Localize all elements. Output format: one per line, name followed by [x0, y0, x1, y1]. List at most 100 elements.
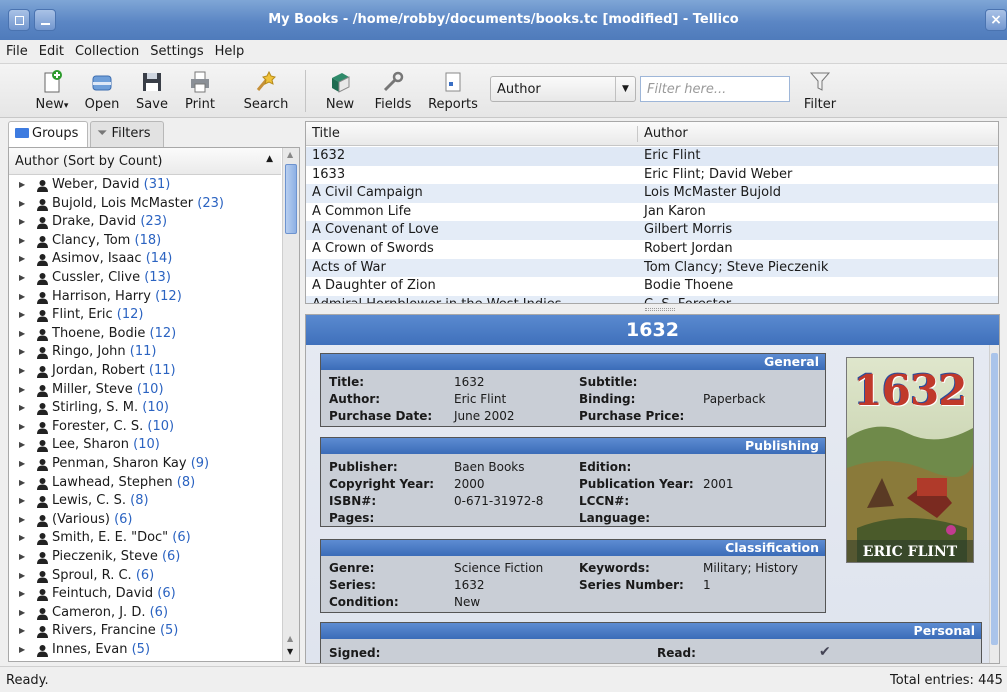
expand-arrow-icon[interactable]: ▶ [19, 232, 25, 250]
expand-arrow-icon[interactable]: ▶ [19, 622, 25, 640]
group-row[interactable]: ▶ Rivers, Francine (5) [9, 622, 281, 641]
expand-arrow-icon[interactable]: ▶ [19, 306, 25, 324]
list-scrollbar[interactable] [998, 122, 999, 304]
fields-button[interactable]: Fields [368, 68, 418, 112]
group-column-header[interactable]: Author (Sort by Count) ▲ [9, 148, 281, 175]
table-row[interactable]: A Covenant of Love Gilbert Morris [306, 221, 998, 240]
scroll-up-icon[interactable]: ▲ [287, 150, 293, 159]
group-row[interactable]: ▶ Asimov, Isaac (14) [9, 250, 281, 269]
group-row[interactable]: ▶ Clancy, Tom (18) [9, 232, 281, 251]
expand-arrow-icon[interactable]: ▶ [19, 548, 25, 566]
tab-groups[interactable]: Groups [8, 121, 88, 147]
expand-arrow-icon[interactable]: ▶ [19, 585, 25, 603]
expand-arrow-icon[interactable]: ▶ [19, 604, 25, 622]
table-row[interactable]: 1633 Eric Flint; David Weber [306, 166, 998, 185]
group-row[interactable]: ▶ Stirling, S. M. (10) [9, 399, 281, 418]
expand-arrow-icon[interactable]: ▶ [19, 511, 25, 529]
scroll-thumb[interactable] [991, 353, 998, 645]
expand-arrow-icon[interactable]: ▶ [19, 288, 25, 306]
minimize-button[interactable] [34, 9, 56, 31]
group-row[interactable]: ▶ Harrison, Harry (12) [9, 288, 281, 307]
expand-arrow-icon[interactable]: ▶ [19, 455, 25, 473]
table-row[interactable]: Acts of War Tom Clancy; Steve Pieczenik [306, 258, 998, 278]
expand-arrow-icon[interactable]: ▶ [19, 418, 25, 436]
detail-scrollbar[interactable] [989, 345, 999, 663]
group-row[interactable]: ▶ Drake, David (23) [9, 213, 281, 232]
group-row[interactable]: ▶ Cameron, J. D. (6) [9, 604, 281, 623]
group-scrollbar[interactable]: ▲ ▲ ▼ [282, 148, 299, 661]
expand-arrow-icon[interactable]: ▶ [19, 269, 25, 287]
window-menu-button[interactable] [8, 9, 30, 31]
expand-arrow-icon[interactable]: ▶ [19, 343, 25, 361]
expand-arrow-icon[interactable]: ▶ [19, 381, 25, 399]
expand-arrow-icon[interactable]: ▶ [19, 399, 25, 417]
group-row[interactable]: ▶ Sproul, R. C. (6) [9, 567, 281, 586]
group-count: (6) [157, 586, 176, 602]
expand-arrow-icon[interactable]: ▶ [19, 213, 25, 231]
group-row[interactable]: ▶ Jordan, Robert (11) [9, 362, 281, 381]
new-entry-button[interactable]: New [318, 68, 362, 112]
scroll-thumb[interactable] [285, 164, 297, 234]
expand-arrow-icon[interactable]: ▶ [19, 641, 25, 659]
group-row[interactable]: ▶ Forester, C. S. (10) [9, 418, 281, 437]
filter-field-select[interactable]: Author ▼ [490, 76, 636, 102]
group-row[interactable]: ▶ Pieczenik, Steve (6) [9, 548, 281, 567]
scroll-up-icon[interactable]: ▲ [287, 634, 293, 643]
group-row[interactable]: ▶ Weber, David (31) [9, 176, 281, 195]
group-row[interactable]: ▶ Smith, E. E. "Doc" (6) [9, 529, 281, 548]
expand-arrow-icon[interactable]: ▶ [19, 362, 25, 380]
filter-button[interactable]: Filter [798, 68, 842, 112]
new-collection-button[interactable]: New▾ [30, 68, 74, 112]
table-row[interactable]: A Common Life Jan Karon [306, 203, 998, 222]
group-row[interactable]: ▶ Penman, Sharon Kay (9) [9, 455, 281, 474]
expand-arrow-icon[interactable]: ▶ [19, 492, 25, 510]
cell-title: 1632 [312, 148, 346, 163]
table-row[interactable]: Admiral Hornblower in the West Indies C. … [306, 295, 998, 303]
scroll-down-icon[interactable]: ▼ [287, 647, 293, 656]
field-value: June 2002 [454, 409, 515, 423]
open-button[interactable]: Open [80, 68, 124, 112]
group-row[interactable]: ▶ Cussler, Clive (13) [9, 269, 281, 288]
menu-settings[interactable]: Settings [144, 40, 208, 59]
group-row[interactable]: ▶ Ringo, John (11) [9, 343, 281, 362]
menu-collection[interactable]: Collection [69, 40, 144, 59]
column-title[interactable]: Title [312, 126, 340, 141]
close-button[interactable]: × [985, 9, 1007, 31]
expand-arrow-icon[interactable]: ▶ [19, 176, 25, 194]
expand-arrow-icon[interactable]: ▶ [19, 195, 25, 213]
tab-filters[interactable]: ⏷ Filters [90, 121, 164, 147]
pane-splitter[interactable] [305, 306, 1007, 314]
group-row[interactable]: ▶ Innes, Evan (5) [9, 641, 281, 660]
menu-edit[interactable]: Edit [33, 40, 69, 59]
reports-button[interactable]: Reports [424, 68, 482, 112]
group-row[interactable]: ▶ Bujold, Lois McMaster (23) [9, 195, 281, 214]
group-row[interactable]: ▶ Flint, Eric (12) [9, 306, 281, 325]
column-author[interactable]: Author [644, 126, 688, 141]
group-row[interactable]: ▶ Lewis, C. S. (8) [9, 492, 281, 511]
menu-help[interactable]: Help [209, 40, 250, 59]
group-row[interactable]: ▶ Feintuch, David (6) [9, 585, 281, 604]
expand-arrow-icon[interactable]: ▶ [19, 474, 25, 492]
search-button[interactable]: Search [238, 68, 294, 112]
table-row[interactable]: A Daughter of Zion Bodie Thoene [306, 277, 998, 296]
table-row[interactable]: 1632 Eric Flint [306, 147, 998, 166]
group-name: Cameron, J. D. [52, 604, 146, 620]
expand-arrow-icon[interactable]: ▶ [19, 567, 25, 585]
expand-arrow-icon[interactable]: ▶ [19, 436, 25, 454]
table-row[interactable]: A Crown of Swords Robert Jordan [306, 240, 998, 259]
group-count: (10) [142, 400, 169, 416]
group-row[interactable]: ▶ Lawhead, Stephen (8) [9, 474, 281, 493]
group-name: Innes, Evan [52, 642, 128, 657]
table-row[interactable]: A Civil Campaign Lois McMaster Bujold [306, 184, 998, 203]
print-button[interactable]: Print [178, 68, 222, 112]
save-button[interactable]: Save [130, 68, 174, 112]
menu-file[interactable]: File [0, 40, 33, 59]
filter-input[interactable]: Filter here... [640, 76, 790, 102]
expand-arrow-icon[interactable]: ▶ [19, 250, 25, 268]
group-row[interactable]: ▶ (Various) (6) [9, 511, 281, 530]
group-row[interactable]: ▶ Thoene, Bodie (12) [9, 325, 281, 344]
expand-arrow-icon[interactable]: ▶ [19, 325, 25, 343]
expand-arrow-icon[interactable]: ▶ [19, 529, 25, 547]
group-row[interactable]: ▶ Lee, Sharon (10) [9, 436, 281, 455]
group-row[interactable]: ▶ Miller, Steve (10) [9, 381, 281, 400]
